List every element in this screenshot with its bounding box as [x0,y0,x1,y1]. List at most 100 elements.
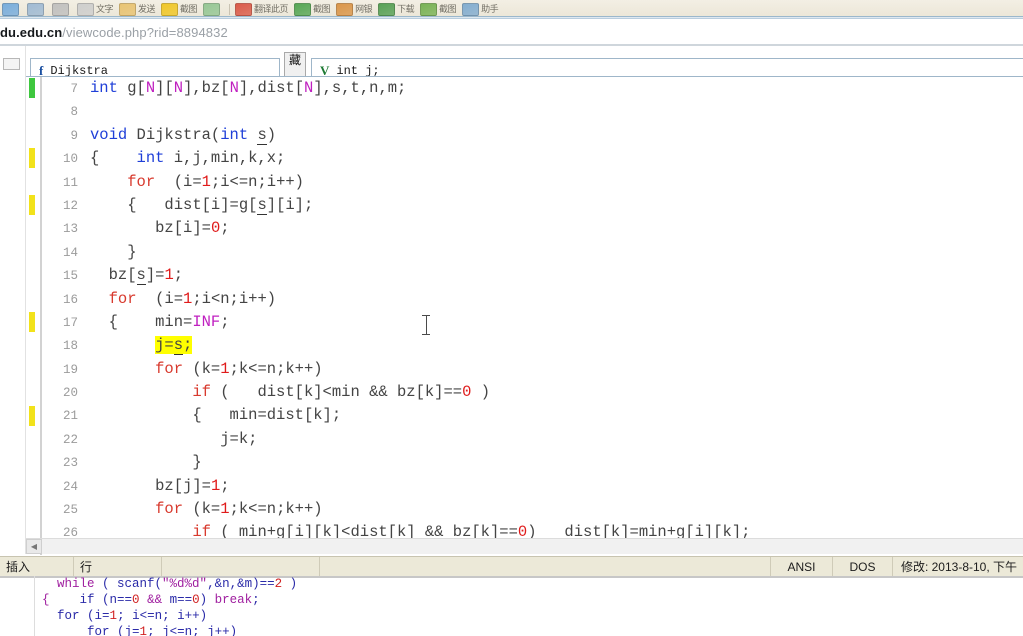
code-line[interactable]: 9 void Dijkstra(int s) [44,124,1023,147]
editor-horizontal-scrollbar[interactable]: ◀ [26,538,1023,554]
code-token: ; [220,312,230,331]
toolbar-item-9[interactable]: 网银 [336,0,373,16]
code-token: (k= [183,359,221,378]
background-code-token: ) [282,577,298,591]
toolbar-item-0[interactable] [2,0,21,16]
code-line[interactable]: 7 int g[N][N],bz[N],dist[N],s,t,n,m; [44,77,1023,100]
toolbar-item-label: 翻译此页 [254,4,289,14]
code-token: 1 [220,500,230,519]
line-number: 23 [62,456,78,471]
code-token: Dijkstra( [127,125,221,144]
code-line[interactable]: 13 bz[i]=0; [44,217,1023,240]
code-token: int [136,149,165,168]
code-token: i,j,min,k,x; [164,149,286,168]
code-text: { dist[i]=g[s][i]; [90,195,314,215]
excel-icon [294,3,312,16]
status-bar: 插入 行 ANSI DOS 修改: 2013-8-10, 下午 [0,556,1023,577]
globe-icon [203,3,221,16]
mail-icon [119,3,137,16]
code-line[interactable]: 25 for (k=1;k<=n;k++) [44,498,1023,521]
collapse-panel-label: 藏 [288,53,301,67]
code-lines[interactable]: 7 int g[N][N],bz[N],dist[N],s,t,n,m; 8 9 voi… [44,77,1023,555]
code-token: for [127,172,156,191]
code-token: ][i]; [266,195,314,214]
toolbar-item-10[interactable]: 下载 [378,0,415,16]
address-bar[interactable]: du.edu.cn/viewcode.php?rid=8894832 [0,20,1023,44]
code-line[interactable]: 15 bz[s]=1; [44,264,1023,287]
url-host: du.edu.cn [0,24,63,40]
dropdown-icon [52,3,69,16]
toolbar-item-label: 下载 [397,4,415,14]
scroll-left-button[interactable]: ◀ [26,539,42,554]
change-marker [29,78,35,98]
code-line[interactable]: 23 } [44,451,1023,474]
toolbar-item-6[interactable] [203,0,222,16]
code-line[interactable]: 22 j=k; [44,428,1023,451]
background-code-token: ( scanf( [94,577,163,591]
code-line[interactable]: 24 bz[j]=1; [44,475,1023,498]
background-code-token: ,&n,&m)== [207,577,275,591]
browser-toolbar-icons: 文字 发送 截图 翻译此页 截图 网银 下载 截图 助手 [0,0,1023,16]
code-text: bz[s]=1; [90,266,184,286]
code-line[interactable]: 21 { min=dist[k]; [44,404,1023,427]
code-line[interactable]: 17 { min=INF; [44,311,1023,334]
code-token: { min=dist[k]; [192,406,342,425]
code-text: { int i,j,min,k,x; [90,149,285,167]
code-token: bz[j]= [155,476,211,495]
download-icon [378,3,396,16]
line-number: 15 [62,269,78,284]
code-token: ;k<=n;k++) [229,500,323,519]
helper-icon [462,3,480,16]
toolbar-divider [229,4,231,15]
code-token: (i= [136,289,184,308]
line-number: 18 [62,339,78,354]
code-text: for (k=1;k<=n;k++) [90,500,323,519]
toolbar-item-7[interactable]: 翻译此页 [235,0,289,16]
toolbar-item-12[interactable]: 助手 [462,0,499,16]
line-number: 21 [62,409,78,424]
code-text: if ( dist[k]<min && bz[k]==0 ) [90,383,490,401]
code-line[interactable]: 19 for (k=1;k<=n;k++) [44,358,1023,381]
toolbar-item-8[interactable]: 截图 [294,0,331,16]
code-editor[interactable]: 7 int g[N][N],bz[N],dist[N],s,t,n,m; 8 9 voi… [26,76,1023,555]
background-code-token: ; j<=n; j++) [147,625,238,636]
code-token: s [173,336,184,356]
code-token: INF [192,312,221,331]
code-line[interactable]: 12 { dist[i]=g[s][i]; [44,194,1023,217]
code-line[interactable]: 16 for (i=1;i<n;i++) [44,288,1023,311]
background-editor-window[interactable]: while ( scanf("%d%d",&n,&m)==2 ){ if (n=… [0,576,1023,636]
code-text: { min=INF; [90,313,230,331]
change-marker [29,312,35,332]
code-token: N [229,79,239,97]
toolbar-item-5[interactable]: 截图 [161,0,198,16]
code-token: j= [155,336,174,355]
line-number: 24 [62,479,78,494]
code-line[interactable]: 18 j=s; [44,334,1023,357]
code-line[interactable]: 10 { int i,j,min,k,x; [44,147,1023,170]
code-token: s [257,195,267,215]
code-token: { [90,149,137,168]
toolbar-item-11[interactable]: 截图 [420,0,457,16]
code-token: ],s,t,n,m; [313,79,407,97]
toolbar-item-4[interactable]: 发送 [119,0,156,16]
code-line[interactable]: 14 } [44,241,1023,264]
code-token: ;k<=n;k++) [229,359,323,378]
change-marker [29,195,35,215]
code-line[interactable]: 11 for (i=1;i<=n;i++) [44,171,1023,194]
toolbar-item-3[interactable]: 文字 [77,0,114,16]
translate-icon [235,3,253,16]
toolbar-item-label: 截图 [180,4,198,14]
code-line[interactable]: 20 if ( dist[k]<min && bz[k]==0 ) [44,381,1023,404]
toolbar-item-label: 网银 [355,4,373,14]
code-token: 1 [164,266,174,285]
code-text: } [90,453,201,471]
code-token: j=k; [220,429,258,448]
toolbar-item-1[interactable] [27,0,46,16]
toolbar-item-2[interactable] [52,0,71,16]
background-code-token: 0 [192,593,200,607]
code-token: ; [173,266,184,285]
code-token: ][ [155,79,174,97]
code-line[interactable]: 8 [44,100,1023,123]
status-line-ending: DOS [833,556,893,577]
code-token: ;i<n;i++) [192,289,277,308]
